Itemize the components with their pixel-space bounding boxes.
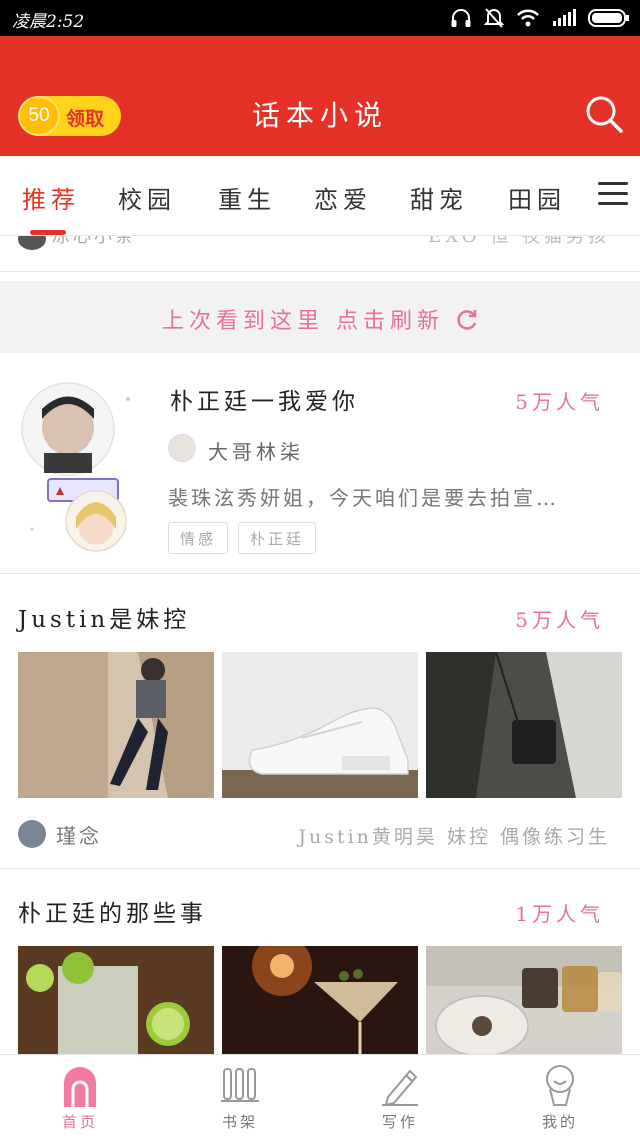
nav-write[interactable]: 写作: [320, 1055, 480, 1138]
tab-romance[interactable]: 恋爱: [314, 180, 372, 215]
book-tag[interactable]: 朴正廷: [238, 522, 316, 554]
previous-item-row[interactable]: 凉心小条 EXO 恒 夜猫男孩: [0, 236, 640, 272]
collection-popularity: 5万人气: [515, 608, 604, 632]
collection-author: 瑾念: [56, 824, 102, 848]
refresh-text: 上次看到这里 点击刷新: [0, 303, 640, 335]
collection-popularity: 1万人气: [515, 902, 604, 926]
bottom-nav: 首页 书架 写作 我的: [0, 1054, 640, 1138]
collection-tags: Justin黄明昊 妹控 偶像练习生: [298, 826, 610, 848]
book-card[interactable]: 朴正廷一我爱你 5万人气 大哥林柒 裴珠泫秀妍姐，今天咱们是要去拍宣… 情感 朴…: [0, 354, 640, 574]
category-tabs: 推荐 校园 重生 恋爱 甜宠 田园: [0, 156, 640, 236]
active-tab-indicator: [30, 230, 66, 235]
author-avatar: [168, 434, 196, 462]
collection-image[interactable]: [222, 946, 418, 1054]
tab-sweet[interactable]: 甜宠: [410, 180, 468, 215]
tab-rebirth[interactable]: 重生: [218, 180, 276, 215]
search-icon[interactable]: [584, 94, 624, 134]
collection-title[interactable]: Justin是妹控: [18, 600, 190, 634]
book-cover-image: [18, 379, 148, 554]
tab-campus[interactable]: 校园: [118, 180, 176, 215]
previous-item-author: 凉心小条: [52, 236, 136, 247]
signal-icon: [553, 9, 576, 26]
collection-image[interactable]: [18, 652, 214, 798]
pen-icon: [382, 1069, 418, 1107]
app-title: 话本小说: [251, 99, 388, 132]
nav-label: 书架: [221, 1113, 258, 1131]
home-icon: [64, 1067, 96, 1107]
previous-item-tags: EXO 恒 夜猫男孩: [428, 236, 610, 247]
bookshelf-icon: [221, 1068, 259, 1102]
book-popularity: 5万人气: [515, 390, 604, 414]
refresh-label: 上次看到这里 点击刷新: [162, 309, 444, 334]
collection-image[interactable]: [222, 652, 418, 798]
wifi-icon: [517, 9, 539, 27]
tab-recommend[interactable]: 推荐: [22, 180, 80, 215]
book-title: 朴正廷一我爱你: [170, 389, 359, 415]
author-avatar: [18, 820, 46, 848]
collection-image[interactable]: [18, 946, 214, 1054]
mute-bell-icon: [484, 8, 504, 28]
category-menu-icon[interactable]: [598, 180, 630, 208]
refresh-banner[interactable]: 上次看到这里 点击刷新: [0, 281, 640, 353]
profile-icon: [546, 1065, 574, 1106]
app-header: 50 领取 话本小说: [0, 36, 640, 156]
divider: [0, 868, 640, 869]
status-bar: 凌晨2:52: [0, 0, 640, 36]
book-author: 大哥林柒: [208, 440, 304, 464]
nav-home[interactable]: 首页: [0, 1055, 160, 1138]
nav-bookshelf[interactable]: 书架: [160, 1055, 320, 1138]
headphones-icon: [451, 9, 471, 27]
collection-title[interactable]: 朴正廷的那些事: [18, 894, 207, 928]
status-icons: [450, 6, 630, 30]
collection-image[interactable]: [426, 946, 622, 1054]
refresh-icon: [457, 310, 477, 330]
tab-pastoral[interactable]: 田园: [508, 180, 566, 215]
avatar: [18, 236, 46, 250]
book-description: 裴珠泫秀妍姐，今天咱们是要去拍宣…: [168, 486, 559, 510]
nav-profile[interactable]: 我的: [480, 1055, 640, 1138]
collection-image[interactable]: [426, 652, 622, 798]
battery-icon: [588, 9, 629, 27]
status-time: 凌晨2:52: [12, 12, 85, 32]
nav-label: 首页: [61, 1113, 98, 1131]
nav-label: 写作: [381, 1113, 418, 1131]
nav-label: 我的: [541, 1113, 578, 1131]
book-tag[interactable]: 情感: [168, 522, 228, 554]
